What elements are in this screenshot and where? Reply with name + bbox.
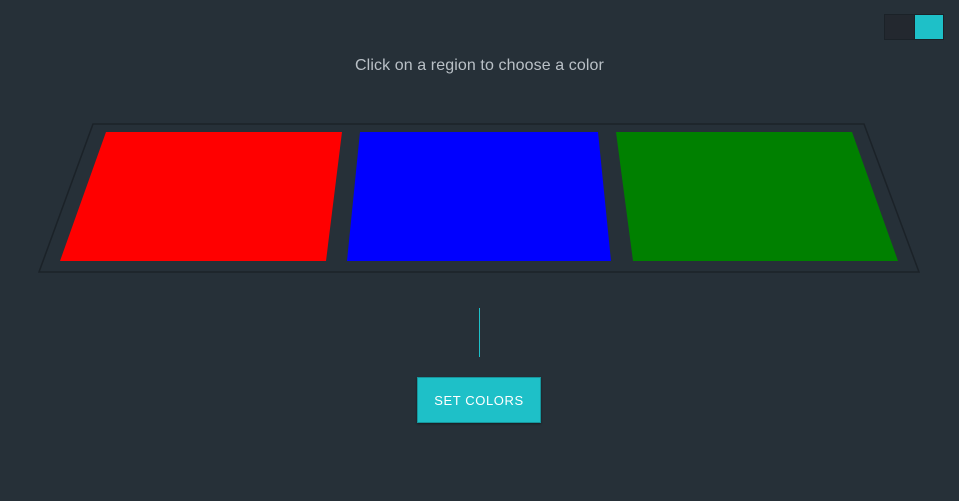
set-colors-button[interactable]: SET COLORS <box>417 377 541 423</box>
region-selector <box>37 123 921 273</box>
region-right[interactable] <box>616 132 898 261</box>
color-picker-page: Click on a region to choose a color SET … <box>0 0 959 501</box>
divider-line <box>479 308 480 357</box>
region-left[interactable] <box>60 132 342 261</box>
region-center[interactable] <box>347 132 611 261</box>
